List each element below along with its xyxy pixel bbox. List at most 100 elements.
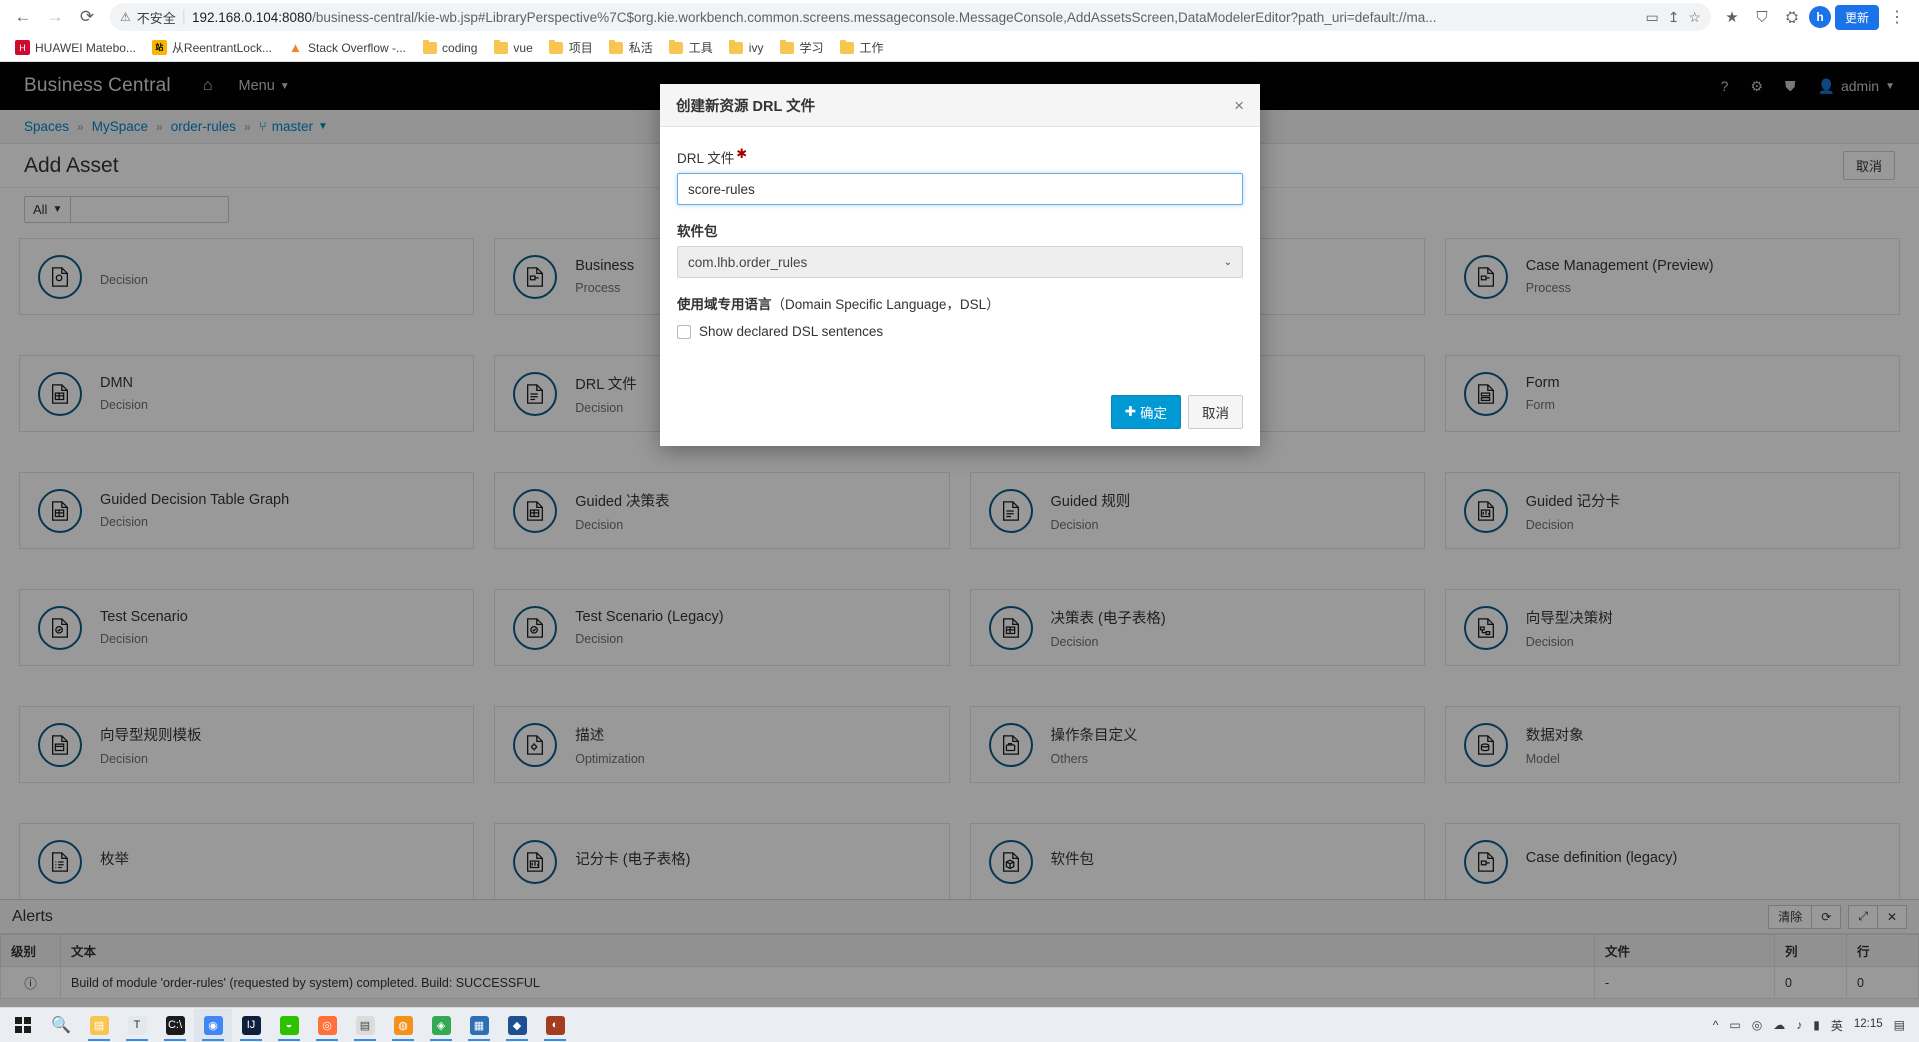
system-tray: ^ ▭ ◎ ☁ ♪ ▮ 英 12:15 ▤ [1713, 1017, 1915, 1034]
ok-button-label: 确定 [1140, 402, 1167, 422]
bookmark-label: Stack Overflow -... [308, 41, 406, 55]
bookmark-label: 学习 [799, 39, 823, 56]
modal-header: 创建新资源 DRL 文件 × [660, 84, 1260, 127]
browser-toolbar: ← → ⟳ ⚠ 不安全 | 192.168.0.104:8080/busines… [0, 0, 1919, 34]
bookmark-label: vue [513, 41, 532, 55]
bookmark-label: 从ReentrantLock... [172, 39, 272, 56]
folder-icon [839, 40, 854, 55]
bookmark-item[interactable]: ivy [722, 37, 771, 58]
notepad-icon[interactable]: ▤ [346, 1009, 384, 1042]
omnibox-divider: | [182, 8, 186, 26]
windows-start-icon[interactable] [4, 1009, 42, 1042]
monitor-icon[interactable]: ▭ [1729, 1018, 1740, 1032]
not-secure-icon: ⚠ [120, 10, 131, 24]
update-button[interactable]: 更新 [1835, 5, 1879, 30]
address-bar[interactable]: ⚠ 不安全 | 192.168.0.104:8080/business-cent… [110, 3, 1711, 31]
battery-icon[interactable]: ▮ [1813, 1018, 1820, 1032]
navicat-icon[interactable]: ◍ [384, 1009, 422, 1042]
share-icon[interactable]: ↥ [1668, 9, 1680, 26]
extension-puzzle-icon[interactable]: ⛭ [1779, 9, 1805, 26]
bookmark-item[interactable]: coding [415, 37, 484, 58]
file-explorer-icon[interactable]: ▤ [80, 1009, 118, 1042]
clock[interactable]: 12:15 [1854, 1018, 1883, 1031]
terminal-icon[interactable]: C:\ [156, 1009, 194, 1042]
folder-icon [729, 40, 744, 55]
browser-menu-icon[interactable]: ⋮ [1883, 7, 1911, 27]
intellij-icon[interactable]: IJ [232, 1009, 270, 1042]
url-path: /business-central/kie-wb.jsp#LibraryPers… [312, 10, 1436, 25]
drl-name-input[interactable] [677, 173, 1243, 205]
ok-button[interactable]: ✚ 确定 [1111, 395, 1181, 429]
dsl-label-rest: （Domain Specific Language，DSL） [772, 297, 1000, 312]
package-label: 软件包 [677, 220, 1243, 240]
business-central-page: Business Central ⌂ Menu ▼ ? ⚙ ⛊ 👤 admin … [0, 62, 1919, 1017]
notification-icon[interactable]: ▤ [1894, 1018, 1905, 1032]
reload-icon[interactable]: ⟳ [72, 2, 102, 32]
drl-name-label: DRL 文件 [677, 147, 734, 167]
bookmark-item[interactable]: 学习 [772, 36, 830, 59]
bookmark-label: 项目 [569, 39, 593, 56]
clock-time: 12:15 [1854, 1018, 1883, 1031]
extension-shield-icon[interactable]: ⛉ [1749, 9, 1775, 26]
show-dsl-sentences-label: Show declared DSL sentences [699, 324, 883, 339]
extension-star-icon[interactable]: ★ [1719, 8, 1745, 26]
show-dsl-sentences-row[interactable]: Show declared DSL sentences [677, 324, 1243, 339]
windows-taskbar: 🔍 ▤ T C:\ ◉ IJ ◒ ◎ ▤ ◍ ◈ ▦ ◆ ◐ ^ ▭ ◎ ☁ ♪… [0, 1007, 1919, 1042]
bookmark-label: 私活 [629, 39, 653, 56]
stackoverflow-icon: ▲ [288, 40, 303, 55]
xshell-icon[interactable]: ▦ [460, 1009, 498, 1042]
bookmark-item[interactable]: 工具 [662, 36, 720, 59]
package-field-group: 软件包 com.lhb.order_rules ⌄ [677, 220, 1243, 278]
back-arrow-icon[interactable]: ← [8, 2, 38, 32]
search-icon[interactable]: 🔍 [42, 1009, 80, 1042]
maps-icon[interactable]: ◈ [422, 1009, 460, 1042]
package-value: com.lhb.order_rules [688, 255, 807, 270]
url-host: 192.168.0.104:8080 [192, 10, 312, 25]
bookmark-star-icon[interactable]: ☆ [1688, 9, 1701, 26]
bookmark-label: ivy [749, 41, 764, 55]
bookmark-item[interactable]: 私活 [602, 36, 660, 59]
close-icon[interactable]: × [1234, 97, 1244, 114]
security-label: 不安全 [137, 8, 176, 27]
bookmark-label: coding [442, 41, 477, 55]
forward-arrow-icon[interactable]: → [40, 2, 70, 32]
firefox-icon[interactable]: ◎ [308, 1009, 346, 1042]
credit-card-icon[interactable]: ▭ [1645, 9, 1658, 26]
show-dsl-sentences-checkbox[interactable] [677, 325, 691, 339]
wechat-icon[interactable]: ◒ [270, 1009, 308, 1042]
chevron-down-icon: ⌄ [1224, 257, 1232, 268]
browser-actions: ★ ⛉ ⛭ h 更新 ⋮ [1719, 5, 1911, 30]
folder-icon [669, 40, 684, 55]
profile-avatar[interactable]: h [1809, 6, 1831, 28]
chevron-up-icon[interactable]: ^ [1713, 1018, 1719, 1032]
bookmark-item[interactable]: 站从ReentrantLock... [145, 36, 279, 59]
bookmark-item[interactable]: HHUAWEI Matebo... [8, 37, 143, 58]
bookmark-item[interactable]: 项目 [542, 36, 600, 59]
modal-title: 创建新资源 DRL 文件 [676, 95, 815, 116]
text-editor-icon[interactable]: T [118, 1009, 156, 1042]
cancel-button[interactable]: 取消 [1188, 395, 1243, 429]
dsl-label-bold: 使用域专用语言 [677, 297, 772, 312]
sound-icon[interactable]: ♪ [1796, 1018, 1802, 1032]
modal-body: DRL 文件 ✱ 软件包 com.lhb.order_rules ⌄ 使用域专用… [660, 127, 1260, 381]
create-drl-modal: 创建新资源 DRL 文件 × DRL 文件 ✱ 软件包 com.lhb.orde… [660, 84, 1260, 446]
url-text: 192.168.0.104:8080/business-central/kie-… [192, 10, 1640, 25]
app-icon[interactable]: ◐ [536, 1009, 574, 1042]
bookmark-item[interactable]: 工作 [832, 36, 890, 59]
drl-name-field-group: DRL 文件 ✱ [677, 147, 1243, 205]
cloud-icon[interactable]: ☁ [1773, 1018, 1785, 1032]
bookmark-item[interactable]: vue [486, 37, 539, 58]
modal-footer: ✚ 确定 取消 [660, 381, 1260, 446]
chrome-icon[interactable]: ◉ [194, 1009, 232, 1042]
omnibox-action-icons: ▭ ↥ ☆ [1645, 9, 1701, 26]
bookmark-label: 工作 [859, 39, 883, 56]
ime-icon[interactable]: 英 [1831, 1017, 1843, 1034]
bookmarks-bar: HHUAWEI Matebo... 站从ReentrantLock... ▲ St… [0, 34, 1919, 62]
bookmark-label: HUAWEI Matebo... [35, 41, 136, 55]
plus-icon: ✚ [1125, 404, 1136, 420]
network-icon[interactable]: ◎ [1752, 1018, 1762, 1032]
bookmark-item[interactable]: ▲ Stack Overflow -... [281, 37, 413, 58]
package-select[interactable]: com.lhb.order_rules ⌄ [677, 246, 1243, 278]
tomcat-icon[interactable]: ◆ [498, 1009, 536, 1042]
required-marker: ✱ [736, 147, 747, 160]
